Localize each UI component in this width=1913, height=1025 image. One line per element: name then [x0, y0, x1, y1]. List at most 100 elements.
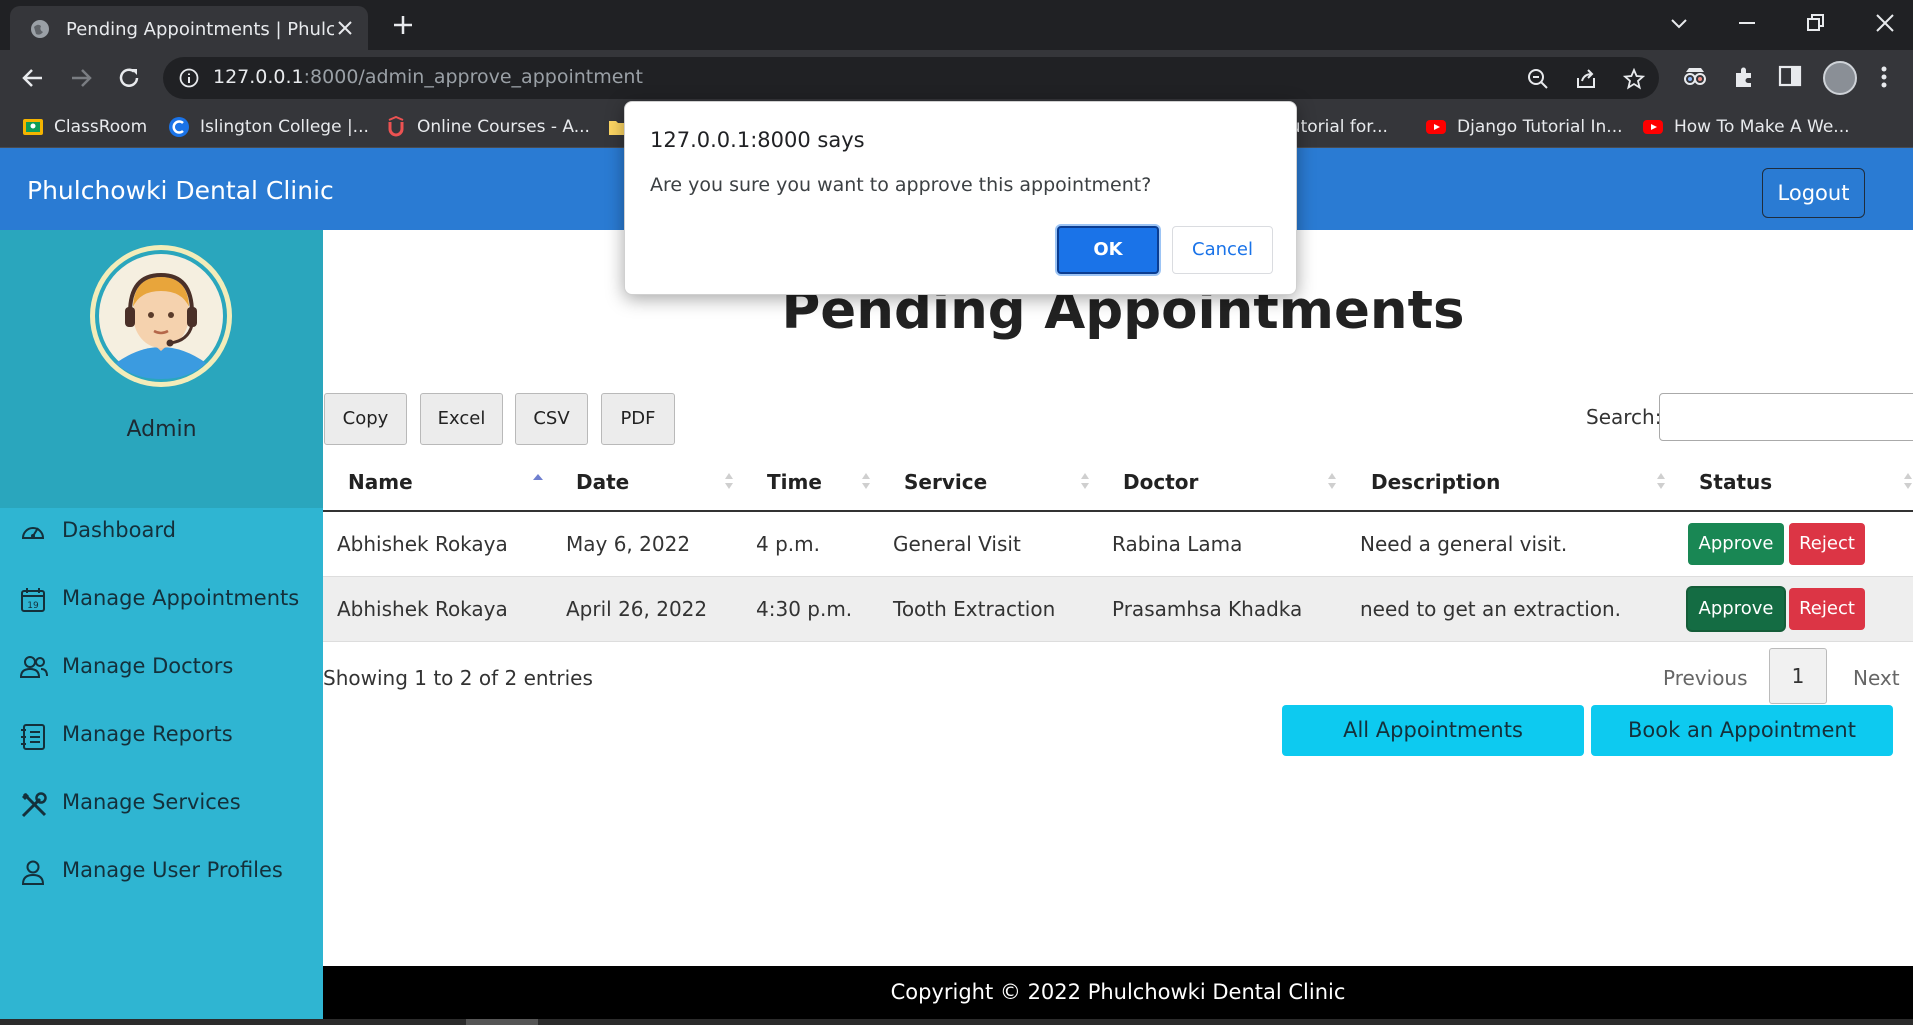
- youtube-icon: [1425, 116, 1447, 138]
- side-panel-icon[interactable]: [1778, 64, 1802, 88]
- sidebar-item-services[interactable]: Manage Services: [0, 775, 323, 831]
- table-row: Abhishek Rokaya May 6, 2022 4 p.m. Gener…: [323, 512, 1913, 577]
- cell-service: Tooth Extraction: [893, 597, 1056, 621]
- column-header-service[interactable]: Service: [904, 470, 987, 494]
- column-header-name[interactable]: Name: [348, 470, 413, 494]
- sort-icon[interactable]: [724, 472, 734, 490]
- user-icon: [20, 859, 46, 885]
- cell-time: 4 p.m.: [756, 532, 820, 556]
- column-header-doctor[interactable]: Doctor: [1123, 470, 1198, 494]
- reload-icon[interactable]: [116, 65, 142, 91]
- cell-service: General Visit: [893, 532, 1021, 556]
- cell-doctor: Prasamhsa Khadka: [1112, 597, 1303, 621]
- new-tab-icon[interactable]: [392, 14, 414, 36]
- classroom-icon: [22, 116, 44, 138]
- tab-search-icon[interactable]: [1668, 12, 1690, 34]
- bookmark-django-tutorial[interactable]: Django Tutorial In...: [1425, 114, 1623, 140]
- sidebar: Admin Dashboard 19 Manage Appointments M…: [0, 230, 323, 1025]
- approve-button[interactable]: Approve: [1688, 523, 1784, 565]
- close-tab-icon[interactable]: [336, 19, 354, 37]
- extensions-puzzle-icon[interactable]: [1731, 64, 1757, 90]
- profile-avatar[interactable]: [1823, 61, 1857, 95]
- close-window-icon[interactable]: [1874, 12, 1896, 34]
- dialog-ok-button[interactable]: OK: [1057, 226, 1159, 274]
- bookmark-star-icon[interactable]: [1623, 68, 1645, 90]
- browser-tab[interactable]: Pending Appointments | Phulchowki Dental…: [10, 6, 368, 50]
- restore-icon[interactable]: [1805, 12, 1827, 34]
- sort-icon[interactable]: [1656, 472, 1666, 490]
- pagination-page-1[interactable]: 1: [1769, 648, 1827, 704]
- sidebar-item-user-profiles[interactable]: Manage User Profiles: [0, 843, 323, 899]
- bookmark-classroom[interactable]: ClassRoom: [22, 114, 147, 140]
- share-icon[interactable]: [1575, 68, 1597, 90]
- site-info-icon[interactable]: [179, 68, 199, 88]
- cell-date: April 26, 2022: [566, 597, 708, 621]
- more-menu-icon[interactable]: [1879, 64, 1889, 90]
- table-header: Name Date Time Service Doctor Descriptio…: [323, 452, 1913, 512]
- cell-date: May 6, 2022: [566, 532, 691, 556]
- book-appointment-button[interactable]: Book an Appointment: [1591, 705, 1893, 756]
- browser-tab-bar: Pending Appointments | Phulchowki Dental…: [0, 0, 1913, 50]
- sort-asc-icon[interactable]: [532, 472, 544, 488]
- cell-description: Need a general visit.: [1360, 532, 1568, 556]
- islington-icon: [168, 116, 190, 138]
- sort-icon[interactable]: [1327, 472, 1337, 490]
- copy-button[interactable]: Copy: [324, 393, 407, 445]
- sidebar-item-appointments[interactable]: 19 Manage Appointments: [0, 571, 323, 627]
- column-header-description[interactable]: Description: [1371, 470, 1500, 494]
- dialog-title: 127.0.0.1:8000 says: [650, 128, 865, 152]
- tools-icon: [20, 791, 48, 819]
- url-text: 127.0.0.1:8000/admin_approve_appointment: [213, 66, 643, 88]
- pagination-next[interactable]: Next: [1853, 666, 1900, 690]
- sidebar-item-dashboard[interactable]: Dashboard: [0, 503, 323, 559]
- sort-icon[interactable]: [861, 472, 871, 490]
- extension-spy-icon[interactable]: [1682, 64, 1708, 90]
- globe-icon: [30, 19, 50, 39]
- logout-button[interactable]: Logout: [1762, 168, 1865, 218]
- sort-icon[interactable]: [1080, 472, 1090, 490]
- pdf-button[interactable]: PDF: [601, 393, 675, 445]
- reject-button[interactable]: Reject: [1789, 588, 1865, 630]
- browser-toolbar: 127.0.0.1:8000/admin_approve_appointment: [0, 50, 1913, 106]
- users-icon: [20, 655, 48, 679]
- approve-button[interactable]: Approve: [1688, 588, 1784, 630]
- sidebar-item-doctors[interactable]: Manage Doctors: [0, 639, 323, 695]
- address-bar[interactable]: 127.0.0.1:8000/admin_approve_appointment: [163, 57, 1659, 99]
- forward-icon[interactable]: [68, 65, 94, 91]
- dashboard-icon: [20, 519, 46, 543]
- brand-title[interactable]: Phulchowki Dental Clinic: [27, 176, 334, 205]
- confirm-dialog: 127.0.0.1:8000 says Are you sure you wan…: [624, 101, 1297, 295]
- csv-button[interactable]: CSV: [515, 393, 588, 445]
- all-appointments-button[interactable]: All Appointments: [1282, 705, 1584, 756]
- pagination-previous[interactable]: Previous: [1663, 666, 1748, 690]
- horizontal-scrollbar[interactable]: [0, 1019, 1913, 1025]
- reject-button[interactable]: Reject: [1789, 523, 1865, 565]
- udemy-icon: [385, 116, 407, 138]
- bookmark-islington[interactable]: Islington College |...: [168, 114, 369, 140]
- bookmark-tutorial[interactable]: Tutorial for...: [1282, 114, 1388, 140]
- zoom-icon[interactable]: [1527, 68, 1549, 90]
- admin-name: Admin: [126, 417, 197, 442]
- minimize-icon[interactable]: [1736, 12, 1758, 34]
- table-info: Showing 1 to 2 of 2 entries: [323, 666, 593, 690]
- admin-avatar: [90, 245, 232, 387]
- bookmark-how-to-make[interactable]: How To Make A We...: [1642, 114, 1850, 140]
- excel-button[interactable]: Excel: [420, 393, 503, 445]
- column-header-time[interactable]: Time: [767, 470, 822, 494]
- dialog-cancel-button[interactable]: Cancel: [1172, 226, 1273, 274]
- search-input[interactable]: [1659, 393, 1913, 441]
- main-content: Pending Appointments Copy Excel CSV PDF …: [323, 230, 1913, 965]
- sidebar-item-reports[interactable]: Manage Reports: [0, 707, 323, 763]
- cell-name: Abhishek Rokaya: [337, 532, 508, 556]
- scrollbar-thumb[interactable]: [466, 1019, 538, 1025]
- bookmark-online-courses[interactable]: Online Courses - A...: [385, 114, 590, 140]
- cell-doctor: Rabina Lama: [1112, 532, 1243, 556]
- sort-icon[interactable]: [1903, 472, 1913, 490]
- report-icon: [20, 723, 46, 751]
- back-icon[interactable]: [20, 65, 46, 91]
- dialog-message: Are you sure you want to approve this ap…: [650, 174, 1152, 196]
- table-row: Abhishek Rokaya April 26, 2022 4:30 p.m.…: [323, 577, 1913, 642]
- column-header-status[interactable]: Status: [1699, 470, 1772, 494]
- column-header-date[interactable]: Date: [576, 470, 629, 494]
- calendar-icon: 19: [20, 587, 46, 613]
